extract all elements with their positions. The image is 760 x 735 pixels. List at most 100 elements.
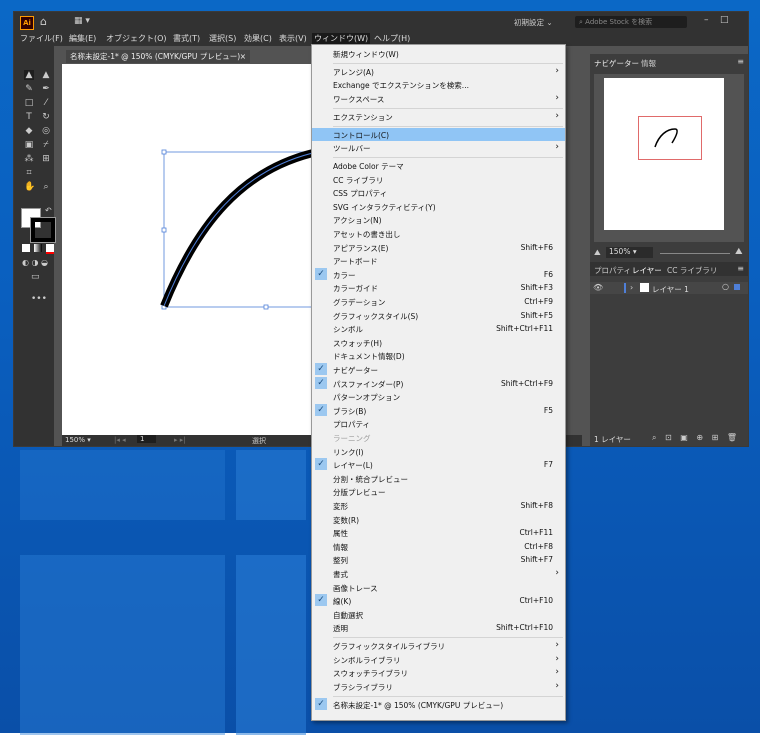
- artboard-nav-prev[interactable]: |◂ ◂: [114, 436, 126, 444]
- close-tab-icon[interactable]: ×: [240, 50, 246, 63]
- direct-selection-tool-icon[interactable]: ▲: [41, 70, 51, 80]
- menu-item[interactable]: ✓ カラー F6: [312, 267, 565, 282]
- navigator-view-rect[interactable]: [638, 116, 702, 160]
- none-mode-icon[interactable]: [46, 244, 54, 254]
- panel-menu-icon[interactable]: ≡: [737, 57, 744, 66]
- menu-item[interactable]: リンク(I): [312, 445, 565, 459]
- layer-actions-icons[interactable]: ⌕ ⊡ ▣ ⊕ ⊞ 🗑: [652, 433, 740, 443]
- target-circle-icon[interactable]: ○: [722, 282, 729, 291]
- menu-item[interactable]: ツールバー ›: [312, 141, 565, 155]
- more-tools-icon[interactable]: •••: [31, 294, 47, 304]
- home-icon[interactable]: ⌂: [40, 15, 47, 28]
- menu-help[interactable]: ヘルプ(H): [374, 33, 410, 44]
- menu-item[interactable]: 変数(R): [312, 513, 565, 527]
- rectangle-tool-icon[interactable]: □: [24, 98, 34, 108]
- menu-item[interactable]: エクステンション ›: [312, 110, 565, 124]
- menu-edit[interactable]: 編集(E): [69, 33, 96, 44]
- screen-mode-icon[interactable]: ▭: [31, 272, 40, 282]
- navigator-zoom-out-icon[interactable]: ⛰: [594, 248, 601, 258]
- document-tab[interactable]: 名称未設定-1* @ 150% (CMYK/GPU プレビュー) ×: [66, 50, 250, 63]
- color-mode-icon[interactable]: [22, 244, 30, 252]
- layer-row[interactable]: 👁 › レイヤー 1 ○: [590, 282, 748, 294]
- workspace-switcher[interactable]: 初期設定 ⌄: [514, 17, 553, 28]
- menu-item[interactable]: ブラシライブラリ ›: [312, 680, 565, 694]
- menu-item[interactable]: Exchange でエクステンションを検索...: [312, 78, 565, 92]
- curvature-tool-icon[interactable]: ✒: [41, 84, 51, 94]
- navigator-zoom-slider[interactable]: [660, 253, 730, 254]
- menu-item[interactable]: アレンジ(A) ›: [312, 65, 565, 79]
- menu-item[interactable]: シンボルライブラリ ›: [312, 653, 565, 667]
- swap-colors-icon[interactable]: ↶: [45, 206, 52, 215]
- menu-item[interactable]: スウォッチ(H): [312, 336, 565, 350]
- selection-handle[interactable]: [161, 227, 167, 233]
- layer-name[interactable]: レイヤー 1: [652, 284, 689, 295]
- menu-item[interactable]: Adobe Color テーマ: [312, 159, 565, 173]
- tab-properties[interactable]: プロパティ: [594, 265, 631, 276]
- menu-file[interactable]: ファイル(F): [20, 33, 63, 44]
- expand-arrow-icon[interactable]: ›: [630, 283, 633, 292]
- eyedropper-tool-icon[interactable]: ⌿: [41, 140, 51, 150]
- menu-item[interactable]: カラーガイド Shift+F3: [312, 281, 565, 295]
- menu-type[interactable]: 書式(T): [173, 33, 200, 44]
- menu-item[interactable]: アピアランス(E) Shift+F6: [312, 241, 565, 255]
- tab-navigator[interactable]: ナビゲーター: [594, 58, 639, 69]
- menu-item[interactable]: ✓ パスファインダー(P) Shift+Ctrl+F9: [312, 376, 565, 391]
- selection-handle[interactable]: [161, 149, 167, 155]
- menu-item[interactable]: ✓ 線(K) Ctrl+F10: [312, 594, 565, 608]
- tab-info[interactable]: 情報: [641, 58, 656, 69]
- blend-tool-icon[interactable]: ⁂: [24, 154, 34, 164]
- menu-view[interactable]: 表示(V): [279, 33, 307, 44]
- rotate-tool-icon[interactable]: ↻: [41, 112, 51, 122]
- menu-effect[interactable]: 効果(C): [244, 33, 272, 44]
- selected-indicator-icon[interactable]: [734, 284, 740, 290]
- menu-item[interactable]: ✓ ブラシ(B) F5: [312, 403, 565, 418]
- gradient-tool-icon[interactable]: ▣: [24, 140, 34, 150]
- symbol-sprayer-tool-icon[interactable]: ⊞: [41, 154, 51, 164]
- navigator-zoom-in-icon[interactable]: ⛰: [735, 247, 743, 257]
- menu-item[interactable]: 分割・統合プレビュー: [312, 472, 565, 486]
- menu-item[interactable]: 画像トレース: [312, 581, 565, 595]
- panel-menu-icon[interactable]: ≡: [737, 264, 744, 273]
- menu-item[interactable]: ドキュメント情報(D): [312, 349, 565, 363]
- arc-stroke[interactable]: [160, 149, 312, 308]
- menu-item[interactable]: 新規ウィンドウ(W): [312, 47, 565, 61]
- artboard-tool-icon[interactable]: ⌗: [24, 168, 34, 178]
- menu-item[interactable]: プロパティ: [312, 417, 565, 431]
- artboard-canvas[interactable]: [62, 64, 312, 435]
- selection-tool-icon[interactable]: ▲: [24, 70, 34, 80]
- stock-search-input[interactable]: ⌕ Adobe Stock を検索: [575, 16, 687, 28]
- eraser-tool-icon[interactable]: ◆: [24, 126, 34, 136]
- tab-layers[interactable]: レイヤー: [632, 265, 662, 276]
- layout-icon[interactable]: ▦ ▾: [74, 16, 90, 26]
- menu-item[interactable]: ✓ 名称未設定-1* @ 150% (CMYK/GPU プレビュー): [312, 697, 565, 712]
- selected-arc-path[interactable]: [62, 64, 312, 435]
- pen-tool-icon[interactable]: ✎: [24, 84, 34, 94]
- menu-item[interactable]: ✓ レイヤー(L) F7: [312, 458, 565, 472]
- menu-item[interactable]: スウォッチライブラリ ›: [312, 666, 565, 680]
- artboard-nav-next[interactable]: ▸ ▸|: [174, 436, 186, 444]
- menu-item[interactable]: 情報 Ctrl+F8: [312, 540, 565, 554]
- menu-item[interactable]: 変形 Shift+F8: [312, 499, 565, 513]
- menu-item[interactable]: CC ライブラリ: [312, 173, 565, 187]
- shape-builder-tool-icon[interactable]: ◎: [41, 126, 51, 136]
- visibility-eye-icon[interactable]: 👁: [593, 283, 603, 292]
- menu-item[interactable]: シンボル Shift+Ctrl+F11: [312, 322, 565, 336]
- gradient-mode-icon[interactable]: [34, 244, 42, 252]
- selection-handle[interactable]: [263, 304, 269, 310]
- artboard-number-select[interactable]: 1: [137, 435, 157, 443]
- maximize-button[interactable]: □: [720, 15, 729, 25]
- menu-item[interactable]: 整列 Shift+F7: [312, 553, 565, 567]
- menu-item[interactable]: ✓ ナビゲーター: [312, 363, 565, 377]
- menu-item[interactable]: コントロール(C): [312, 127, 565, 142]
- menu-item[interactable]: 属性 Ctrl+F11: [312, 526, 565, 540]
- menu-item[interactable]: アセットの書き出し: [312, 227, 565, 241]
- zoom-select[interactable]: 150% ▾: [65, 436, 91, 444]
- type-tool-icon[interactable]: T: [24, 112, 34, 122]
- menu-object[interactable]: オブジェクト(O): [106, 33, 167, 44]
- minimize-button[interactable]: –: [704, 15, 709, 25]
- menu-item[interactable]: 書式 ›: [312, 567, 565, 581]
- tab-cc-libraries[interactable]: CC ライブラリ: [667, 265, 717, 276]
- navigator-preview[interactable]: [594, 74, 744, 242]
- menu-item[interactable]: アクション(N): [312, 213, 565, 227]
- zoom-tool-icon[interactable]: ⌕: [41, 182, 51, 192]
